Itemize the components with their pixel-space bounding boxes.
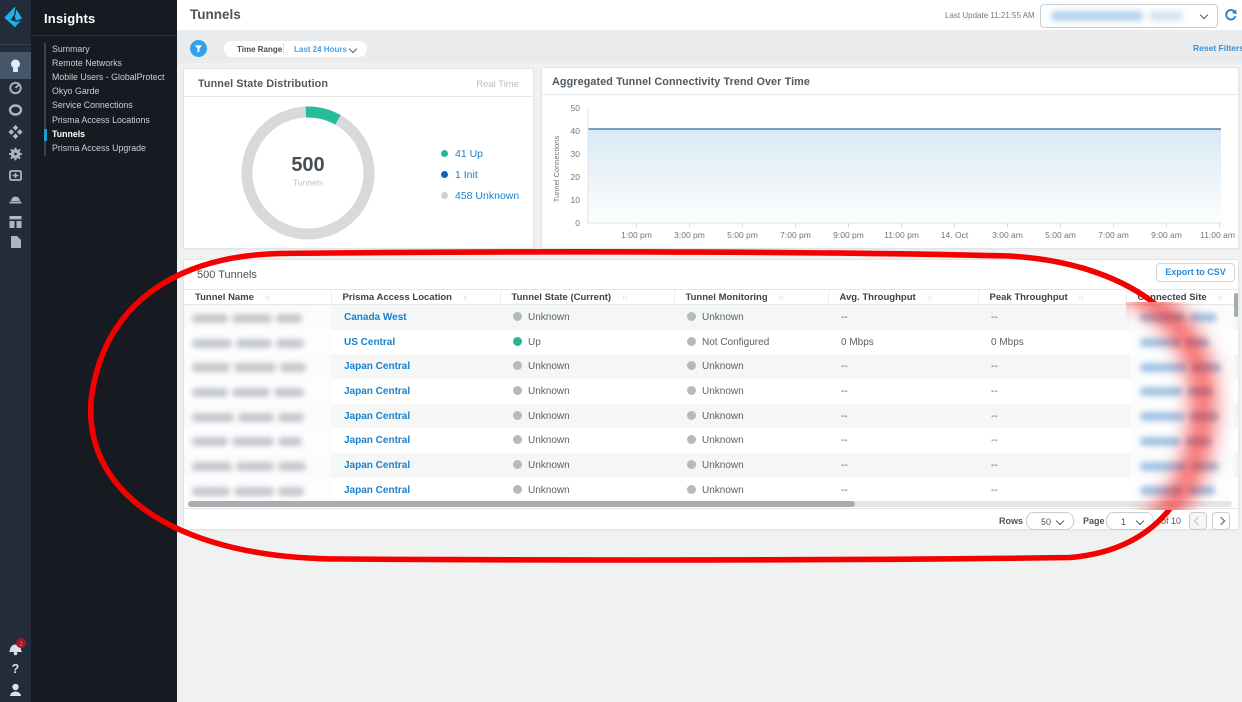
svg-text:500: 500 <box>291 154 324 176</box>
svg-text:9:00 am: 9:00 am <box>1151 230 1182 240</box>
svg-text:3:00 am: 3:00 am <box>992 230 1023 240</box>
svg-text:10: 10 <box>571 195 581 205</box>
svg-text:40: 40 <box>571 126 581 136</box>
svg-text:11:00 pm: 11:00 pm <box>884 230 919 240</box>
svg-text:Tunnels: Tunnels <box>293 178 323 188</box>
svg-text:1:00 pm: 1:00 pm <box>621 230 652 240</box>
svg-text:5:00 am: 5:00 am <box>1045 230 1076 240</box>
svg-text:3:00 pm: 3:00 pm <box>674 230 705 240</box>
svg-text:7:00 am: 7:00 am <box>1098 230 1129 240</box>
svg-text:Tunnel Connections: Tunnel Connections <box>552 136 561 203</box>
svg-text:20: 20 <box>571 172 581 182</box>
svg-text:11:00 am: 11:00 am <box>1200 230 1235 240</box>
svg-text:7:00 pm: 7:00 pm <box>780 230 811 240</box>
svg-text:5:00 pm: 5:00 pm <box>727 230 758 240</box>
svg-text:30: 30 <box>571 149 581 159</box>
svg-text:0: 0 <box>575 218 580 228</box>
svg-text:50: 50 <box>571 103 581 113</box>
svg-text:14. Oct: 14. Oct <box>941 230 969 240</box>
svg-text:9:00 pm: 9:00 pm <box>833 230 864 240</box>
svg-text:?: ? <box>12 662 20 676</box>
